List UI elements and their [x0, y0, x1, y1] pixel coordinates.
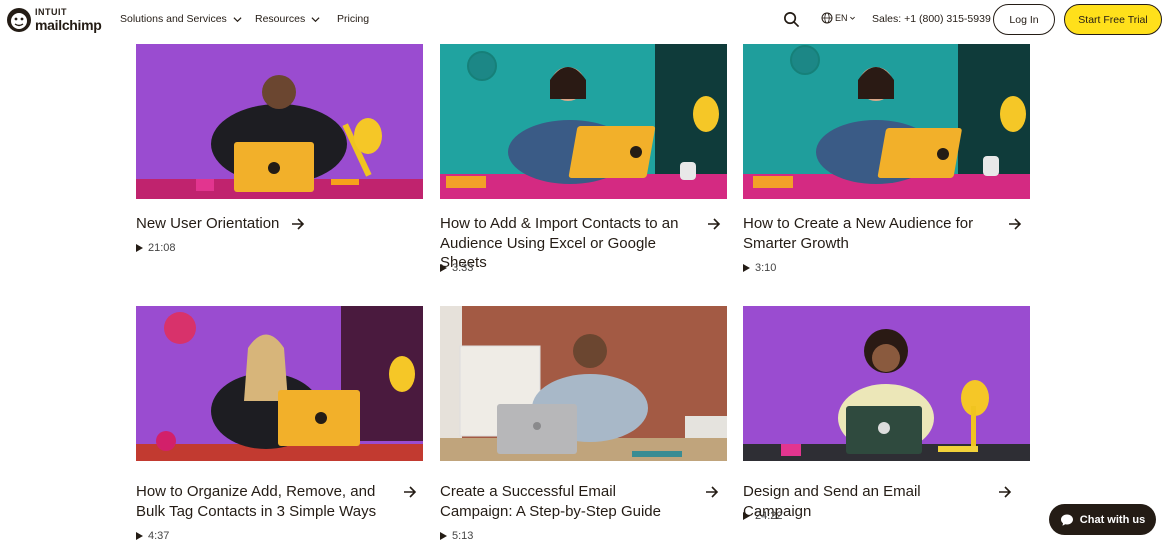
arrow-right-icon[interactable]: [998, 485, 1012, 499]
sales-phone-link[interactable]: Sales: +1 (800) 315-5939: [872, 13, 991, 25]
video-card-6[interactable]: Design and Send an Email Campaign 24:22: [743, 306, 1030, 522]
video-duration: 4:37: [136, 530, 169, 542]
arrow-right-icon[interactable]: [1008, 217, 1022, 231]
video-thumbnail[interactable]: [743, 44, 1030, 199]
globe-icon: [821, 12, 833, 24]
freddie-icon: [7, 8, 31, 32]
video-title[interactable]: How to Add & Import Contacts to an Audie…: [440, 214, 690, 273]
play-icon: [440, 264, 447, 272]
video-title[interactable]: New User Orientation: [136, 214, 386, 234]
language-selector[interactable]: EN: [821, 12, 858, 24]
login-button[interactable]: Log In: [993, 4, 1055, 35]
video-thumbnail[interactable]: [136, 44, 423, 199]
video-thumbnail[interactable]: [440, 44, 727, 199]
intuit-wordmark: INTUIT: [35, 7, 67, 17]
mailchimp-logo[interactable]: INTUIT mailchimp: [6, 6, 102, 34]
arrow-right-icon[interactable]: [291, 217, 305, 231]
mailchimp-wordmark: mailchimp: [35, 17, 102, 33]
menu-resources-label: Resources: [255, 13, 306, 25]
video-thumbnail[interactable]: [743, 306, 1030, 461]
video-card-2[interactable]: How to Add & Import Contacts to an Audie…: [440, 44, 727, 274]
menu-solutions-label: Solutions and Services: [120, 13, 227, 25]
video-duration: 24:22: [743, 510, 783, 522]
play-icon: [743, 264, 750, 272]
video-title[interactable]: How to Organize Add, Remove, and Bulk Ta…: [136, 482, 386, 521]
top-nav: INTUIT mailchimp Solutions and Services …: [0, 0, 1163, 40]
play-icon: [136, 244, 143, 252]
arrow-right-icon[interactable]: [705, 485, 719, 499]
video-duration: 3:33: [440, 262, 473, 274]
video-title[interactable]: Create a Successful Email Campaign: A St…: [440, 482, 690, 521]
video-thumbnail[interactable]: [136, 306, 423, 461]
chat-bubble-icon: [1060, 514, 1073, 526]
chevron-down-icon: [849, 16, 855, 20]
arrow-right-icon[interactable]: [403, 485, 417, 499]
menu-resources[interactable]: Resources: [255, 13, 320, 25]
video-duration: 5:13: [440, 530, 473, 542]
play-icon: [136, 532, 143, 540]
search-icon[interactable]: [783, 11, 800, 28]
chevron-down-icon: [311, 16, 320, 22]
video-title[interactable]: How to Create a New Audience for Smarter…: [743, 214, 993, 253]
video-duration: 21:08: [136, 242, 176, 254]
video-thumbnail[interactable]: [440, 306, 727, 461]
start-free-trial-button[interactable]: Start Free Trial: [1064, 4, 1162, 35]
play-icon: [743, 512, 750, 520]
video-card-3[interactable]: How to Create a New Audience for Smarter…: [743, 44, 1030, 274]
video-card-5[interactable]: Create a Successful Email Campaign: A St…: [440, 306, 727, 542]
video-duration: 3:10: [743, 262, 776, 274]
chevron-down-icon: [233, 16, 242, 22]
video-card-4[interactable]: How to Organize Add, Remove, and Bulk Ta…: [136, 306, 423, 542]
video-card-1[interactable]: New User Orientation 21:08: [136, 44, 423, 254]
arrow-right-icon[interactable]: [707, 217, 721, 231]
menu-pricing[interactable]: Pricing: [337, 13, 369, 25]
chat-label: Chat with us: [1079, 513, 1146, 526]
language-label: EN: [835, 13, 848, 23]
chat-with-us-button[interactable]: Chat with us: [1049, 504, 1156, 535]
menu-pricing-label: Pricing: [337, 13, 370, 25]
play-icon: [440, 532, 447, 540]
menu-solutions[interactable]: Solutions and Services: [120, 13, 242, 25]
